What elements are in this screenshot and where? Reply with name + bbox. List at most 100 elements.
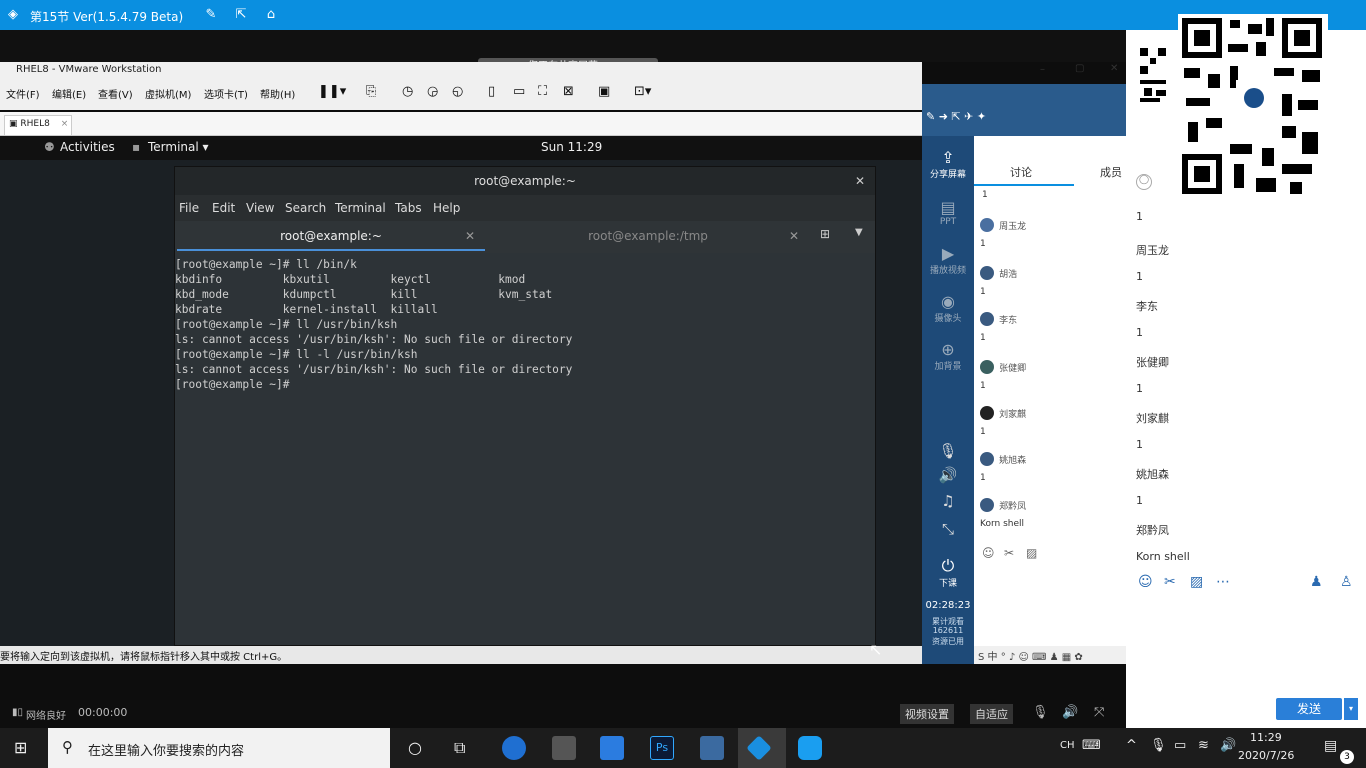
activities[interactable]: Activities <box>60 140 115 154</box>
chat-panel: ◯ 1 周玉龙 1 李东 1 张健卿 1 刘家麒 1 姚旭森 1 郑黔凤 Kor… <box>1126 14 1366 728</box>
term-menu-help[interactable]: Help <box>433 201 460 215</box>
tab-close-icon[interactable]: × <box>61 119 69 129</box>
emoji-icon[interactable]: ☺ <box>1138 574 1153 590</box>
start-icon[interactable]: ⊞ <box>14 738 27 757</box>
home-icon[interactable]: ⌂ <box>264 8 278 22</box>
tray-time[interactable]: 11:29 <box>1250 731 1282 744</box>
collapse-icon[interactable]: ⤡ <box>922 520 974 538</box>
scissors-icon[interactable]: ✂ <box>1164 574 1176 590</box>
manage-snapshot-icon[interactable]: ◵ <box>452 84 463 99</box>
gnome-clock[interactable]: Sun 11:29 <box>541 140 602 154</box>
music-button[interactable]: ⊕ 加背景 <box>922 340 974 372</box>
wifi-icon[interactable]: ≋ <box>1198 738 1209 753</box>
camera-button[interactable]: ◉ 摄像头 <box>922 292 974 324</box>
image-icon[interactable]: ▨ <box>1190 574 1203 590</box>
terminal-output[interactable]: [root@example ~]# ll /bin/k kbdinfo kbxut… <box>175 253 875 392</box>
member-alt-icon[interactable]: ♙ <box>1340 574 1353 590</box>
term-menu-terminal[interactable]: Terminal <box>335 201 386 215</box>
terminal-tab-1[interactable]: root@example:~ ✕ <box>177 223 485 251</box>
image-icon[interactable]: ▨ <box>1026 546 1037 560</box>
term-menu-search[interactable]: Search <box>285 201 326 215</box>
emoji-icon[interactable]: ☺ <box>982 546 995 560</box>
menu-help[interactable]: 帮助(H) <box>260 86 295 101</box>
tabs-menu-icon[interactable]: ▼ <box>855 227 863 238</box>
new-tab-icon[interactable]: ⊞ <box>820 227 830 241</box>
stretch-icon[interactable]: ⊡▾ <box>634 84 651 99</box>
tencent-class-task[interactable] <box>738 728 786 768</box>
edit-icon[interactable]: ✎ <box>204 8 218 22</box>
meeting-icon[interactable] <box>798 736 822 760</box>
console-icon[interactable]: ▣ <box>598 84 610 99</box>
mic-tray-icon[interactable]: 🎙 <box>1150 738 1167 753</box>
cortana-icon[interactable]: ○ <box>408 738 422 757</box>
unity-icon[interactable]: ⊠ <box>563 84 574 99</box>
battery-icon[interactable]: ▭ <box>1174 738 1186 753</box>
term-menu-edit[interactable]: Edit <box>212 201 235 215</box>
menu-view[interactable]: 查看(V) <box>98 86 133 101</box>
maximize-icon[interactable]: ▢ <box>1075 63 1084 74</box>
minimize-icon[interactable]: – <box>1040 64 1045 75</box>
pause-icon[interactable]: ❚❚▾ <box>318 84 346 99</box>
adaptive-button[interactable]: 自适应 <box>970 704 1013 724</box>
edge-icon[interactable] <box>502 736 526 760</box>
keyboard-icon[interactable]: ⌨ <box>1082 738 1101 753</box>
volume-icon[interactable]: 🔊 <box>1062 705 1078 720</box>
terminal-close-icon[interactable]: ✕ <box>855 167 865 195</box>
send-options-button[interactable]: ▾ <box>1344 698 1358 720</box>
fullscreen-icon[interactable]: ⛶ <box>538 84 547 99</box>
ime-toolbar[interactable]: S 中 ° ♪ ☺ ⌨ ♟ ▦ ✿ <box>974 646 1126 664</box>
tab-members[interactable]: 成员 <box>1100 164 1122 180</box>
notification-icon[interactable]: ▤ <box>1324 738 1337 754</box>
chat-name: 郑黔凤 <box>1136 524 1169 537</box>
share-out-icon[interactable]: ⇱ <box>234 8 248 22</box>
scissors-icon[interactable]: ✂ <box>1004 546 1014 560</box>
chat-text: 1 <box>980 427 986 437</box>
revert-icon[interactable]: ◶ <box>427 84 438 99</box>
fullscreen-icon[interactable]: ⤧ <box>1094 705 1104 720</box>
menu-file[interactable]: 文件(F) <box>6 86 40 101</box>
menu-tabs[interactable]: 选项卡(T) <box>204 86 248 101</box>
tencent-logo-banner: ✎ ➜ ⇱ ✈ ✦ <box>922 84 1126 136</box>
mic-mute-icon[interactable]: 🎙 <box>1032 705 1049 720</box>
view-console-icon[interactable]: ▯ <box>488 84 495 99</box>
app-menu[interactable]: Terminal ▾ <box>148 140 209 154</box>
photoshop-icon[interactable]: Ps <box>650 736 674 760</box>
share-screen-button[interactable]: ⇪ 分享屏幕 <box>922 148 974 180</box>
member-icon[interactable]: ♟ <box>1310 574 1323 590</box>
play-video-button[interactable]: ▶ 播放视频 <box>922 244 974 276</box>
tab-1-close-icon[interactable]: ✕ <box>465 223 475 249</box>
tray-date[interactable]: 2020/7/26 <box>1238 749 1294 762</box>
task-view-icon[interactable]: ⧉ <box>454 738 465 758</box>
tab-2-close-icon[interactable]: ✕ <box>789 223 799 249</box>
speaker-icon[interactable]: 🔊 <box>922 466 974 484</box>
music-note-icon[interactable]: ♫ <box>922 492 974 510</box>
send-keys-icon[interactable]: ⎘ <box>366 84 376 99</box>
snapshot-icon[interactable]: ◷ <box>402 84 413 99</box>
term-menu-tabs[interactable]: Tabs <box>395 201 422 215</box>
volume-tray-icon[interactable]: 🔊 <box>1220 738 1236 753</box>
term-menu-file[interactable]: File <box>179 201 199 215</box>
vm-tab[interactable]: ▣ RHEL8 × <box>4 115 72 135</box>
tencent-class-icon <box>746 735 772 761</box>
more-icon[interactable]: ⋯ <box>1216 574 1230 590</box>
term-menu-view[interactable]: View <box>246 201 274 215</box>
toolbar-icons[interactable]: ✎ ➜ ⇱ ✈ ✦ <box>926 110 986 123</box>
ime-indicator[interactable]: CH <box>1060 740 1075 751</box>
network-status: 网络良好 <box>26 711 66 722</box>
menu-edit[interactable]: 编辑(E) <box>52 86 86 101</box>
view-tabs-icon[interactable]: ▭ <box>513 84 525 99</box>
taskbar-search[interactable]: ⚲ 在这里输入你要搜索的内容 <box>48 728 390 768</box>
send-button[interactable]: 发送 <box>1276 698 1342 720</box>
menu-vm[interactable]: 虚拟机(M) <box>145 86 191 101</box>
tab-discuss[interactable]: 讨论 <box>1010 164 1032 180</box>
end-class-button[interactable]: ⏻ 下课 <box>922 556 974 589</box>
chevron-up-icon[interactable]: ^ <box>1126 738 1137 753</box>
photos-icon[interactable] <box>552 736 576 760</box>
close-icon[interactable]: ✕ <box>1110 63 1118 74</box>
ppt-button[interactable]: ▤ PPT <box>922 198 974 227</box>
mic-icon[interactable]: 🎙 <box>922 442 974 460</box>
terminal-tab-2[interactable]: root@example:/tmp ✕ <box>493 223 803 251</box>
mail-icon[interactable] <box>600 736 624 760</box>
vmware-icon[interactable] <box>700 736 724 760</box>
video-settings-button[interactable]: 视频设置 <box>900 704 954 724</box>
